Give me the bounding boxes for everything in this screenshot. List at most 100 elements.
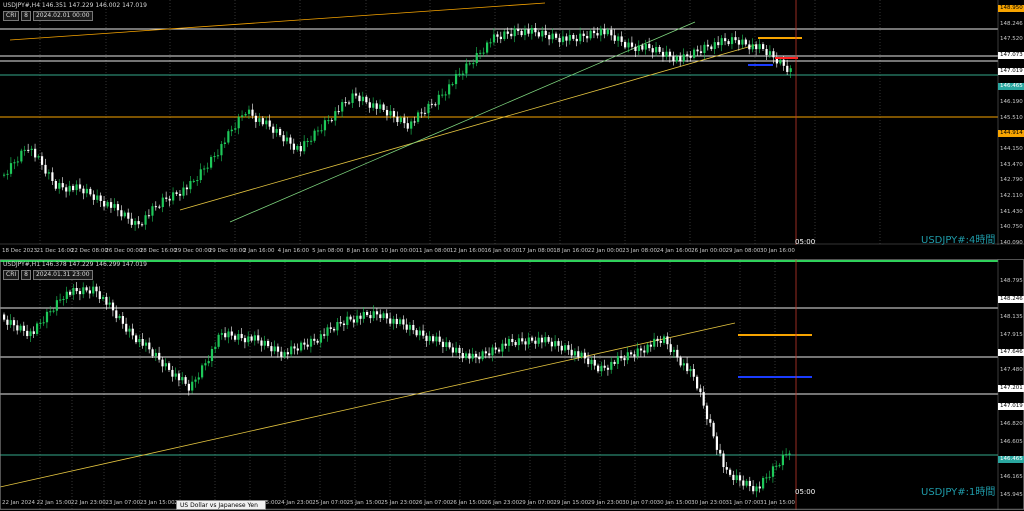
candle-body xyxy=(630,352,633,355)
h4-time-label: 21 Dec 16:00 xyxy=(36,248,74,254)
h4-time-label: 2 Jan 16:00 xyxy=(243,248,275,254)
candle-body xyxy=(261,118,264,125)
candle-body xyxy=(696,49,699,52)
panel-frame xyxy=(0,259,1024,510)
candle-body xyxy=(577,351,580,357)
h1-cri-value[interactable]: 8 xyxy=(21,269,31,280)
candle-body xyxy=(241,115,244,117)
candle-body xyxy=(137,221,140,225)
candle-body xyxy=(37,156,40,158)
candle-body xyxy=(406,123,409,129)
candle-body xyxy=(623,358,626,361)
candle-body xyxy=(550,341,553,347)
candle-body xyxy=(748,480,751,487)
candle-body xyxy=(682,54,685,62)
candle-body xyxy=(567,345,570,350)
candle-body xyxy=(385,109,389,116)
candle-body xyxy=(154,352,157,357)
h1-time-label: 29 Jan 07:00 xyxy=(518,500,554,506)
candle-body xyxy=(184,377,187,384)
h1-watermark: USDJPY#:1時間 xyxy=(921,487,996,498)
candle-body xyxy=(589,30,592,39)
h4-price-label: 146.465 xyxy=(998,83,1024,91)
candle-body xyxy=(735,475,738,481)
h4-chart-panel[interactable]: USDJPY#,H4 146.351 147.229 146.002 147.0… xyxy=(0,0,1024,254)
h1-controls[interactable]: CRI 8 2024.01.31 23:00 xyxy=(3,269,93,280)
candle-body xyxy=(82,287,85,295)
candle-body xyxy=(171,369,174,377)
h4-controls[interactable]: CRI 8 2024.02.01 00:00 xyxy=(3,10,93,21)
h4-cri-value[interactable]: 8 xyxy=(21,10,31,21)
candle-body xyxy=(703,44,706,53)
candle-body xyxy=(444,94,447,96)
candle-body xyxy=(147,215,151,217)
candle-body xyxy=(323,120,327,131)
candle-body xyxy=(537,32,540,37)
h4-datetime-field[interactable]: 2024.02.01 00:00 xyxy=(32,10,93,21)
candle-body xyxy=(69,291,72,295)
h1-price-label: 147.480 xyxy=(1000,367,1023,374)
candle-body xyxy=(713,42,716,50)
candle-body xyxy=(296,146,299,150)
candle-body xyxy=(96,195,99,200)
candle-body xyxy=(346,316,349,326)
candle-body xyxy=(494,347,497,350)
candle-body xyxy=(659,340,662,343)
candle-body xyxy=(427,103,430,114)
h4-chart-canvas[interactable] xyxy=(0,0,1024,245)
h4-time-label: 10 Jan 00:00 xyxy=(381,248,416,254)
candle-body xyxy=(472,63,475,65)
candle-body xyxy=(597,365,600,372)
h1-datetime-field[interactable]: 2024.01.31 23:00 xyxy=(32,269,93,280)
candle-body xyxy=(130,218,133,225)
candle-body xyxy=(489,42,492,44)
candle-body xyxy=(560,345,563,351)
candle-body xyxy=(379,104,382,109)
candle-body xyxy=(341,102,344,112)
candle-body xyxy=(55,300,58,311)
candle-body xyxy=(352,319,355,323)
candle-body xyxy=(547,337,550,342)
candle-body xyxy=(399,117,402,123)
candle-body xyxy=(420,112,423,114)
h1-cri-button[interactable]: CRI xyxy=(3,269,20,280)
h1-chart-canvas[interactable] xyxy=(0,259,1024,510)
candle-body xyxy=(285,137,289,142)
candle-body xyxy=(272,126,275,133)
candle-body xyxy=(141,338,144,346)
candle-body xyxy=(52,310,55,312)
h4-price-label: 144.150 xyxy=(1000,146,1023,152)
candle-body xyxy=(537,337,540,344)
candle-body xyxy=(362,311,365,319)
candle-body xyxy=(710,46,713,50)
candle-body xyxy=(468,353,471,359)
candle-body xyxy=(417,112,420,122)
candle-body xyxy=(590,359,593,365)
candle-body xyxy=(358,95,361,102)
h4-cri-button[interactable]: CRI xyxy=(3,10,20,21)
candle-body xyxy=(656,338,659,341)
candle-body xyxy=(692,368,695,377)
h1-chart-panel[interactable]: USDJPY#,H1 146.378 147.229 146.299 147.0… xyxy=(0,259,1024,510)
candle-body xyxy=(336,322,339,331)
candle-body xyxy=(280,351,283,357)
candle-body xyxy=(72,287,75,295)
h4-time-label: 5 Jan 08:00 xyxy=(312,248,344,254)
candle-body xyxy=(216,155,220,157)
candle-body xyxy=(72,185,75,191)
candle-body xyxy=(772,51,775,58)
candle-body xyxy=(257,335,260,341)
candle-body xyxy=(49,311,52,313)
candle-body xyxy=(403,117,406,124)
candle-body xyxy=(240,333,243,339)
h4-price-label: 142.790 xyxy=(1000,177,1023,184)
candle-body xyxy=(329,327,332,329)
candle-body xyxy=(544,30,547,36)
candle-body xyxy=(175,192,178,195)
candle-body xyxy=(34,148,37,158)
h4-time-label: 29 Dec 00:00 xyxy=(174,248,212,254)
candle-body xyxy=(276,346,280,352)
candle-body xyxy=(745,480,748,486)
candle-body xyxy=(23,149,26,151)
candle-body xyxy=(520,30,523,36)
